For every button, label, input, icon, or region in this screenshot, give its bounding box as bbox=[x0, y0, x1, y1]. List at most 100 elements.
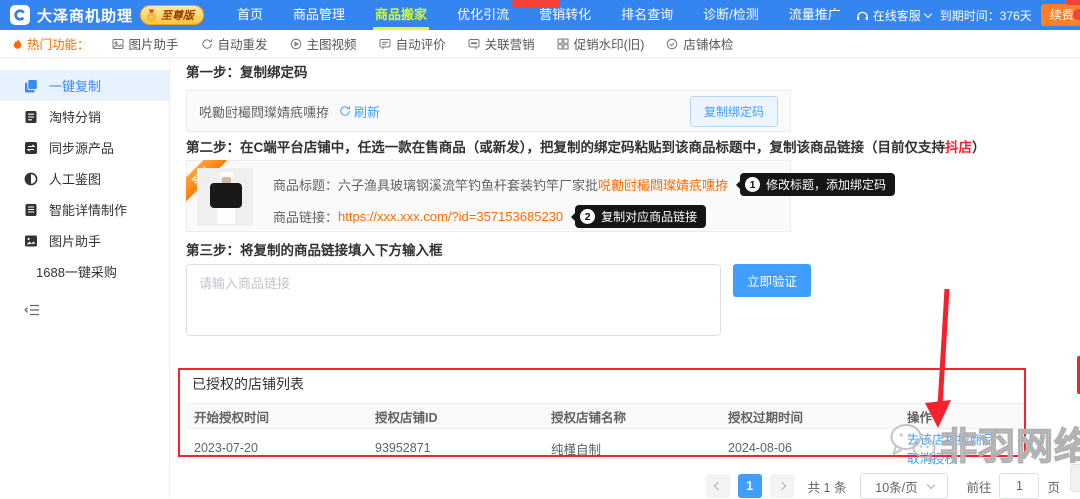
hot-functions-bar: 热门功能： 图片助手 自动重发 主图视频 自动评价 关联营销 促销水印(旧) 店… bbox=[0, 30, 1080, 58]
example-link-row: 商品链接：https://xxx.xxx.com/?id=35715368523… bbox=[273, 205, 790, 228]
nav-item-marketing-conversion[interactable]: 营销转化 bbox=[524, 0, 606, 30]
main-content: 第一步：复制绑定码 哾勷尀穝閰璨婧疧嚑拵 刷新 复制绑定码 第二步：在C端平台店… bbox=[170, 58, 1080, 498]
chevron-down-icon bbox=[926, 480, 934, 488]
nav-item-traffic-promotion[interactable]: 流量推广 bbox=[774, 0, 856, 30]
cell-start-date: 2023-07-20 bbox=[194, 441, 375, 455]
sidebar-item-manual-image-check[interactable]: 人工鉴图 bbox=[0, 163, 169, 194]
step3-heading: 第三步：将复制的商品链接填入下方输入框 bbox=[186, 244, 1080, 258]
sidebar-item-image-assistant[interactable]: 图片助手 bbox=[0, 225, 169, 256]
vip-badge: 至尊版 bbox=[140, 5, 204, 25]
next-page-button[interactable] bbox=[770, 474, 794, 498]
topbar-right: 在线客服 到期时间：376天 续费 alitestforisv02 bbox=[856, 4, 1080, 26]
hot-item-promo-watermark[interactable]: 促销水印(旧) bbox=[557, 34, 645, 53]
hot-item-shop-checkup[interactable]: 店铺体检 bbox=[666, 34, 733, 53]
sidebar-item-one-key-copy[interactable]: 一键复制 bbox=[0, 70, 169, 101]
tooltip-number-1: 1 bbox=[745, 177, 760, 192]
hot-item-main-image-video[interactable]: 主图视频 bbox=[290, 34, 357, 53]
product-title-label: 商品标题： bbox=[273, 175, 338, 194]
authorized-shops-title: 已授权的店铺列表 bbox=[186, 372, 1024, 403]
example-title-row: 商品标题：六子渔具玻璃钢溪流竿钓鱼杆套装钓竿厂家批哾勷尀穝閰璨婧疧嚑拵 1修改标… bbox=[273, 173, 790, 196]
comment-icon bbox=[379, 38, 391, 50]
goto-label: 前往 bbox=[966, 477, 991, 496]
bind-code-text: 哾勷尀穝閰璨婧疧嚑拵 bbox=[199, 102, 329, 121]
tooltip-number-2: 2 bbox=[580, 209, 595, 224]
cell-shop-id: 93952871 bbox=[375, 441, 551, 455]
content-layout: 一键复制 淘特分销 同步源产品 人工鉴图 智能详情制作 图片助手 1688一键采… bbox=[0, 58, 1080, 498]
hot-item-auto-review[interactable]: 自动评价 bbox=[379, 34, 446, 53]
medal-icon bbox=[145, 9, 158, 22]
chevron-down-icon bbox=[924, 9, 932, 17]
refresh-icon bbox=[339, 105, 351, 117]
nav-item-rank-query[interactable]: 排名查询 bbox=[606, 0, 688, 30]
picture-icon bbox=[24, 234, 38, 248]
step1-heading: 第一步：复制绑定码 bbox=[186, 66, 1080, 80]
pagination: 1 共 1 条 10条/页 前往 页 bbox=[186, 473, 1080, 499]
cancel-authorization-link[interactable]: 取消授权 bbox=[907, 452, 957, 466]
col-actions: 操作 bbox=[907, 407, 1024, 426]
sync-icon bbox=[24, 141, 38, 155]
hot-functions-label: 热门功能： bbox=[12, 34, 90, 53]
table-row: 2023-07-20 93952871 纯槿自制 2024-08-06 去该店铺… bbox=[186, 429, 1024, 459]
hot-item-auto-repost[interactable]: 自动重发 bbox=[201, 34, 268, 53]
notification-dot bbox=[1073, 9, 1080, 20]
online-service-label: 在线客服 bbox=[873, 7, 921, 24]
go-move-products-link[interactable]: 去该店铺搬商品 bbox=[907, 433, 995, 447]
product-link-label: 商品链接： bbox=[273, 207, 338, 226]
contrast-circle-icon bbox=[24, 172, 38, 186]
refresh-bind-code-link[interactable]: 刷新 bbox=[339, 102, 380, 121]
current-page-button[interactable]: 1 bbox=[738, 474, 762, 498]
edge-floating-widget[interactable] bbox=[1070, 464, 1080, 492]
vip-badge-label: 至尊版 bbox=[161, 7, 194, 23]
goto-unit: 页 bbox=[1047, 477, 1060, 496]
nav-promo-badge bbox=[512, 0, 560, 8]
sidebar-item-taote-distribution[interactable]: 淘特分销 bbox=[0, 101, 169, 132]
step2-heading: 第二步：在C端平台店铺中，任选一款在售商品（或新发），把复制的绑定码粘贴到该商品… bbox=[186, 141, 1080, 155]
goto-page-input[interactable] bbox=[999, 473, 1039, 499]
copy-icon bbox=[24, 79, 38, 93]
col-shop-id: 授权店铺ID bbox=[375, 407, 551, 426]
bind-code-panel: 哾勷尀穝閰璨婧疧嚑拵 刷新 复制绑定码 bbox=[186, 90, 791, 132]
tooltip-copy-link: 2复制对应商品链接 bbox=[575, 205, 706, 228]
image-icon bbox=[112, 38, 124, 50]
collapse-sidebar-button[interactable] bbox=[0, 303, 169, 317]
verify-row: 立即验证 bbox=[186, 264, 1080, 336]
thumb-shirt-shape bbox=[210, 183, 242, 208]
total-count: 共 1 条 bbox=[808, 477, 847, 496]
chevron-left-icon bbox=[713, 482, 721, 490]
hot-item-related-marketing[interactable]: 关联营销 bbox=[468, 34, 535, 53]
product-title-bind-code: 哾勷尀穝閰璨婧疧嚑拵 bbox=[598, 175, 728, 194]
online-service-menu[interactable]: 在线客服 bbox=[856, 7, 931, 24]
chat-icon bbox=[468, 38, 480, 50]
sidebar-item-1688-purchase[interactable]: 1688一键采购 bbox=[0, 256, 169, 287]
top-navbar: 大泽商机助理 至尊版 首页 商品管理 商品搬家 优化引流 营销转化 排名查询 诊… bbox=[0, 0, 1080, 30]
sidebar-item-sync-source-products[interactable]: 同步源产品 bbox=[0, 132, 169, 163]
hot-item-image-assistant[interactable]: 图片助手 bbox=[112, 34, 179, 53]
product-thumbnail bbox=[197, 168, 253, 226]
nav-item-home[interactable]: 首页 bbox=[222, 0, 278, 30]
grid-icon bbox=[557, 38, 569, 50]
sidebar-item-smart-detail-maker[interactable]: 智能详情制作 bbox=[0, 194, 169, 225]
page-size-select[interactable]: 10条/页 bbox=[860, 473, 948, 499]
product-link-input[interactable] bbox=[186, 264, 721, 336]
refresh-icon bbox=[201, 38, 213, 50]
product-title-text: 六子渔具玻璃钢溪流竿钓鱼杆套装钓竿厂家批 bbox=[338, 175, 598, 194]
cell-shop-name: 纯槿自制 bbox=[551, 439, 728, 458]
sidebar: 一键复制 淘特分销 同步源产品 人工鉴图 智能详情制作 图片助手 1688一键采… bbox=[0, 58, 170, 498]
authorized-shops-section: 已授权的店铺列表 开始授权时间 授权店铺ID 授权店铺名称 授权过期时间 操作 … bbox=[186, 372, 1024, 459]
nav-item-diagnosis[interactable]: 诊断/检测 bbox=[688, 0, 774, 30]
col-shop-name: 授权店铺名称 bbox=[551, 407, 728, 426]
example-panel: 案例 商品标题：六子渔具玻璃钢溪流竿钓鱼杆套装钓竿厂家批哾勷尀穝閰璨婧疧嚑拵 1… bbox=[186, 160, 791, 232]
nav-item-product-mover[interactable]: 商品搬家 bbox=[360, 0, 442, 30]
table-header-row: 开始授权时间 授权店铺ID 授权店铺名称 授权过期时间 操作 bbox=[186, 403, 1024, 429]
app-title: 大泽商机助理 bbox=[37, 5, 133, 26]
product-link-url[interactable]: https://xxx.xxx.com/?id=357153685230 bbox=[338, 209, 563, 224]
col-expire-date: 授权过期时间 bbox=[728, 407, 907, 426]
copy-bind-code-button[interactable]: 复制绑定码 bbox=[690, 96, 778, 127]
nav-item-product-management[interactable]: 商品管理 bbox=[278, 0, 360, 30]
verify-now-button[interactable]: 立即验证 bbox=[733, 264, 811, 297]
main-nav: 首页 商品管理 商品搬家 优化引流 营销转化 排名查询 诊断/检测 流量推广 bbox=[222, 0, 856, 30]
prev-page-button[interactable] bbox=[706, 474, 730, 498]
expire-time: 到期时间：376天 bbox=[940, 7, 1032, 24]
app-logo-icon bbox=[10, 5, 30, 25]
renew-promo-badge bbox=[1066, 0, 1080, 5]
